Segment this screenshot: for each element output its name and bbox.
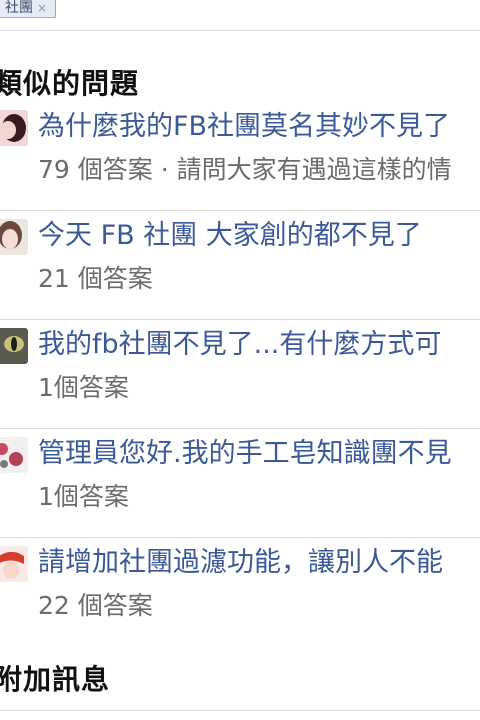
avatar[interactable]	[0, 110, 28, 146]
question-link[interactable]: 為什麼我的FB社團莫名其妙不見了	[38, 110, 450, 144]
divider	[0, 30, 480, 31]
question-meta: 1個答案	[38, 482, 129, 511]
tag-label: 社團	[5, 0, 33, 16]
divider	[0, 710, 480, 711]
remove-tag-icon[interactable]: ×	[37, 0, 47, 17]
avatar[interactable]	[0, 328, 28, 364]
list-item[interactable]: 管理員您好.我的手工皂知識團不見 1個答案	[0, 429, 480, 538]
question-link[interactable]: 我的fb社團不見了...有什麼方式可	[38, 328, 441, 362]
similar-questions-heading: 類似的問題	[0, 67, 140, 100]
avatar[interactable]	[0, 219, 28, 255]
question-meta: 21 個答案	[38, 264, 153, 293]
list-item[interactable]: 今天 FB 社團 大家創的都不見了 21 個答案	[0, 211, 480, 320]
similar-questions-list: 為什麼我的FB社團莫名其妙不見了 79 個答案 · 請問大家有遇過這樣的情 今天…	[0, 102, 480, 647]
avatar[interactable]	[0, 437, 28, 473]
question-meta: 1個答案	[38, 373, 129, 402]
list-item[interactable]: 請增加社團過濾功能，讓別人不能 22 個答案	[0, 538, 480, 647]
question-meta: 79 個答案 · 請問大家有遇過這樣的情	[38, 155, 452, 184]
tag-chip[interactable]: 社團 ×	[0, 0, 57, 18]
list-item[interactable]: 我的fb社團不見了...有什麼方式可 1個答案	[0, 320, 480, 429]
list-item[interactable]: 為什麼我的FB社團莫名其妙不見了 79 個答案 · 請問大家有遇過這樣的情	[0, 102, 480, 211]
additional-info-heading: 附加訊息	[0, 663, 111, 696]
question-link[interactable]: 今天 FB 社團 大家創的都不見了	[38, 219, 422, 253]
avatar[interactable]	[0, 546, 28, 582]
question-meta: 22 個答案	[38, 591, 153, 620]
question-link[interactable]: 管理員您好.我的手工皂知識團不見	[38, 437, 452, 471]
question-link[interactable]: 請增加社團過濾功能，讓別人不能	[38, 546, 443, 580]
